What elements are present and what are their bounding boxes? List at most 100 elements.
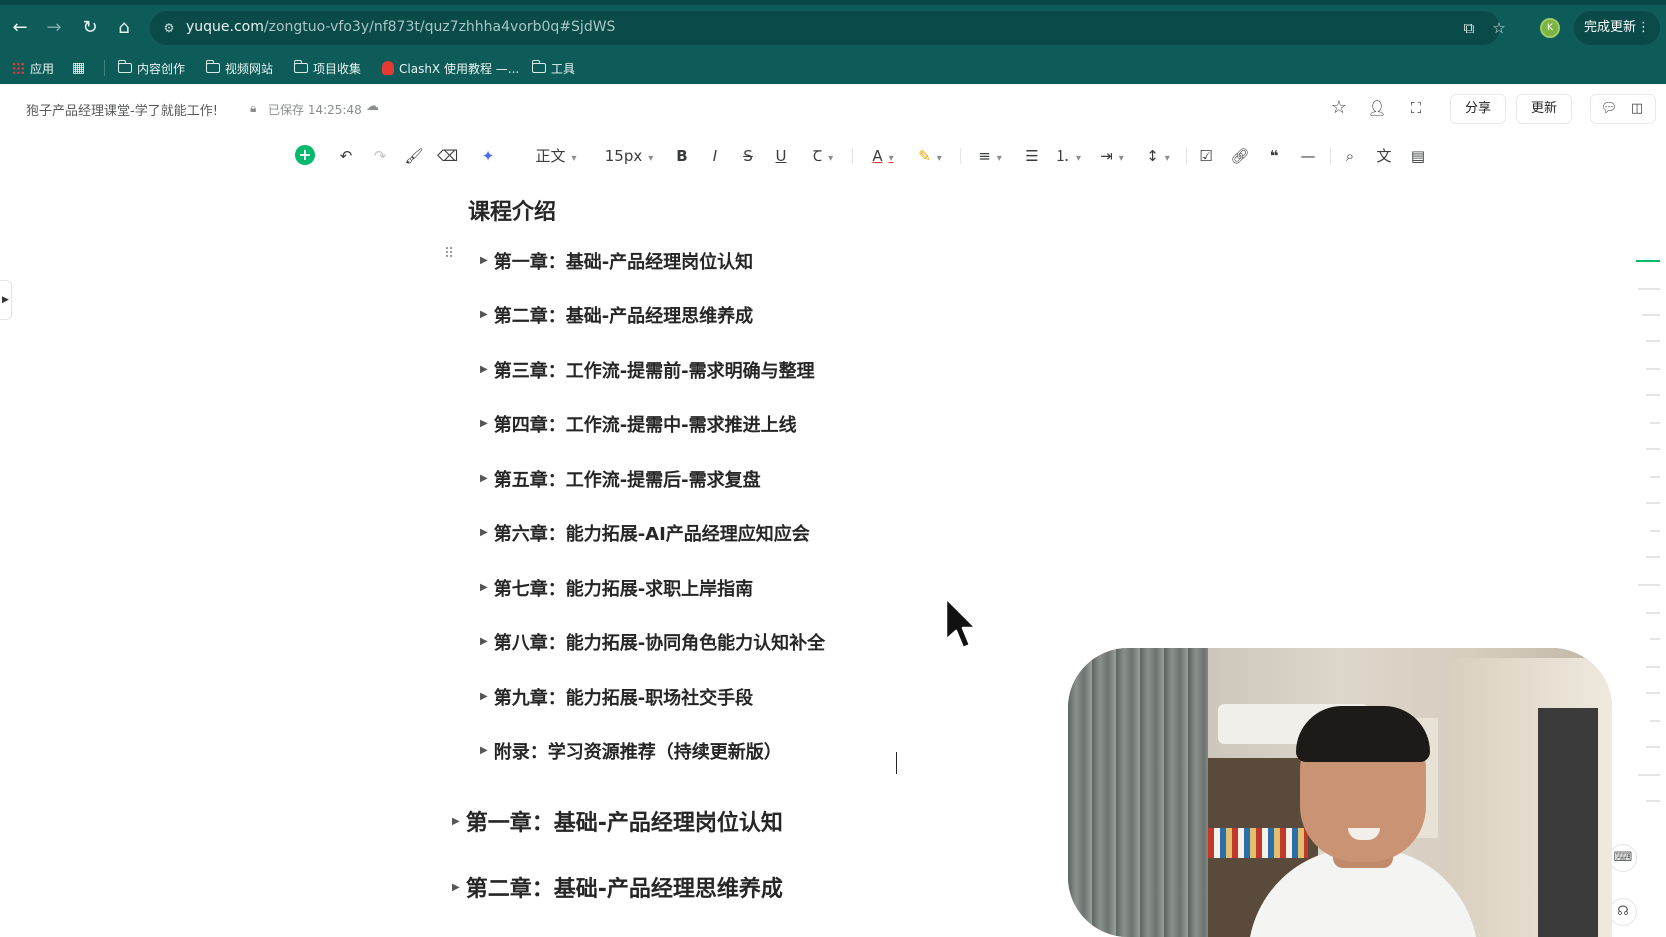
mouse-cursor-icon [944,596,978,650]
template-icon[interactable]: ▤ [1408,144,1428,168]
apps-grid-icon [12,61,25,75]
outline-rail[interactable] [1634,178,1664,937]
share-button[interactable]: 分享 [1450,94,1506,124]
italic-button[interactable]: I [705,144,725,168]
bookmark-folder-video[interactable]: 视频网站 [205,59,273,77]
undo-icon[interactable]: ↶ [336,144,356,168]
format-painter-icon[interactable]: 🖌︎ [404,144,424,168]
bookmark-star-icon[interactable]: ☆ [1490,19,1508,37]
toc-item[interactable]: ▶ 第四章：工作流-提需中-需求推进上线 [480,413,797,439]
clash-icon [382,61,394,75]
collapse-triangle-icon: ▶ [480,309,488,320]
update-browser-button[interactable]: 完成更新 ⋮ [1574,11,1660,45]
highlight-icon[interactable]: ✎ [912,144,948,168]
grid-icon: ▦ [72,60,86,76]
chapter-heading[interactable]: ▶ 第二章：基础-产品经理思维养成 [452,874,783,906]
redo-icon[interactable]: ↷ [370,144,390,168]
url-text[interactable]: yuque.com/zongtuo-vfo3y/nf873t/quz7zhhha… [186,19,615,35]
update-button[interactable]: 更新 [1516,94,1572,124]
profile-avatar[interactable]: K [1540,18,1560,38]
collapse-triangle-icon: ▶ [480,527,488,538]
toc-item[interactable]: ▶ 第八章：能力拓展-协同角色能力认知补全 [480,631,825,657]
bullet-list-icon[interactable]: ☰ [1022,144,1042,168]
toc-item[interactable]: ▶ 第一章：基础-产品经理岗位认知 [480,250,753,276]
toc-item[interactable]: ▶ 第五章：工作流-提需后-需求复盘 [480,468,761,494]
divider-icon[interactable]: — [1298,144,1318,168]
collapse-triangle-icon: ▶ [480,255,488,266]
view-toggle-group: 💬︎ ◫ [1590,94,1656,124]
text-cursor [896,752,897,774]
bookmark-separator [104,60,105,76]
collapse-triangle-icon: ▶ [480,364,488,375]
doc-title[interactable]: 狍子产品经理课堂-学了就能工作! [26,100,218,119]
saved-status: 已保存 14:25:48 [268,103,362,117]
chapter-heading[interactable]: ▶ 第一章：基础-产品经理岗位认知 [452,808,783,840]
sidebar-expand-icon[interactable]: ▶ [0,280,12,320]
collapse-triangle-icon: ▶ [480,418,488,429]
bookmark-apps[interactable]: 应用 [12,59,54,77]
bookmark-clashx[interactable]: ClashX 使用教程 —... [382,59,519,77]
toc-item[interactable]: ▶ 第七章：能力拓展-求职上岸指南 [480,577,753,603]
font-color-button[interactable]: A [866,144,900,168]
more-text-style-icon[interactable]: Ꞇ [806,144,840,168]
present-icon[interactable]: ⛶ [1405,97,1427,119]
toolbar-separator [852,148,853,164]
toc-item[interactable]: ▶ 第二章：基础-产品经理思维养成 [480,304,753,330]
quote-icon[interactable]: ❝ [1264,144,1284,168]
collapse-triangle-icon: ▶ [480,473,488,484]
toolbar-separator [1330,148,1331,164]
collapse-triangle-icon: ▶ [452,816,460,827]
add-member-icon[interactable]: 👤︎ [1366,97,1388,119]
install-app-icon[interactable]: ⧉ [1460,19,1478,37]
forward-icon[interactable]: → [42,16,66,40]
reload-icon[interactable]: ↻ [78,16,102,40]
folder-icon [205,60,220,73]
drag-handle-icon[interactable]: ⠿ [444,246,454,262]
collapse-triangle-icon: ▶ [452,882,460,893]
insert-plus-button[interactable]: + [295,145,315,165]
translate-icon[interactable]: 文 [1374,144,1394,168]
font-size-select[interactable]: 15px [602,144,656,168]
editor-toolbar: ↶ ↷ 🖌︎ ⌫ ✦ 正文 15px B I S U Ꞇ A ✎ ≡ ☰ ⒈ ⇥… [0,134,1666,178]
site-settings-icon[interactable]: ⚙ [160,19,178,37]
tab-strip [0,0,1666,5]
paragraph-style-select[interactable]: 正文 [528,144,584,168]
ai-assist-icon[interactable]: ✦ [478,144,498,168]
link-icon[interactable]: 🔗︎ [1230,144,1250,168]
line-spacing-icon[interactable]: ↕ [1140,144,1176,168]
bookmark-folder-content[interactable]: 内容创作 [117,59,185,77]
comment-icon[interactable]: 💬︎ [1599,99,1619,119]
back-icon[interactable]: ← [8,16,32,40]
bookmark-grid[interactable]: ▦ [72,59,85,77]
toc-item[interactable]: ▶ 附录：学习资源推荐（持续更新版） [480,740,782,766]
ordered-list-icon[interactable]: ⒈ [1050,144,1086,168]
toc-item[interactable]: ▶ 第九章：能力拓展-职场社交手段 [480,686,753,712]
indent-icon[interactable]: ⇥ [1094,144,1130,168]
address-bar[interactable]: ⚙ yuque.com/zongtuo-vfo3y/nf873t/quz7zhh… [150,11,1506,45]
star-icon[interactable]: ☆ [1328,97,1350,119]
folder-icon [531,60,546,73]
bold-button[interactable]: B [672,144,692,168]
doc-header: 狍子产品经理课堂-学了就能工作! 🔒︎ 已保存 14:25:48 ☁ ☆ 👤︎ … [0,84,1666,134]
lock-icon: 🔒︎ [250,101,257,115]
keyboard-icon[interactable]: ⌨ [1609,844,1637,872]
collapse-triangle-icon: ▶ [480,745,488,756]
search-doc-icon[interactable]: ⌕ [1340,144,1360,168]
toc-item[interactable]: ▶ 第三章：工作流-提需前-需求明确与整理 [480,359,815,385]
home-icon[interactable]: ⌂ [112,16,136,40]
task-list-icon[interactable]: ☑ [1196,144,1216,168]
toc-item[interactable]: ▶ 第六章：能力拓展-AI产品经理应知应会 [480,522,810,548]
bookmark-folder-tools[interactable]: 工具 [531,59,575,77]
help-support-icon[interactable]: ☊ [1609,898,1637,926]
bookmark-folder-projects[interactable]: 项目收集 [293,59,361,77]
folder-icon [293,60,308,73]
side-panel-icon[interactable]: ◫ [1627,99,1647,119]
clear-format-icon[interactable]: ⌫ [437,144,458,168]
align-icon[interactable]: ≡ [972,144,1008,168]
folder-icon [117,60,132,73]
strikethrough-button[interactable]: S [738,144,758,168]
section-heading: 课程介绍 [468,200,557,225]
toolbar-separator [960,148,961,164]
underline-button[interactable]: U [771,144,791,168]
webcam-overlay [1068,648,1612,937]
